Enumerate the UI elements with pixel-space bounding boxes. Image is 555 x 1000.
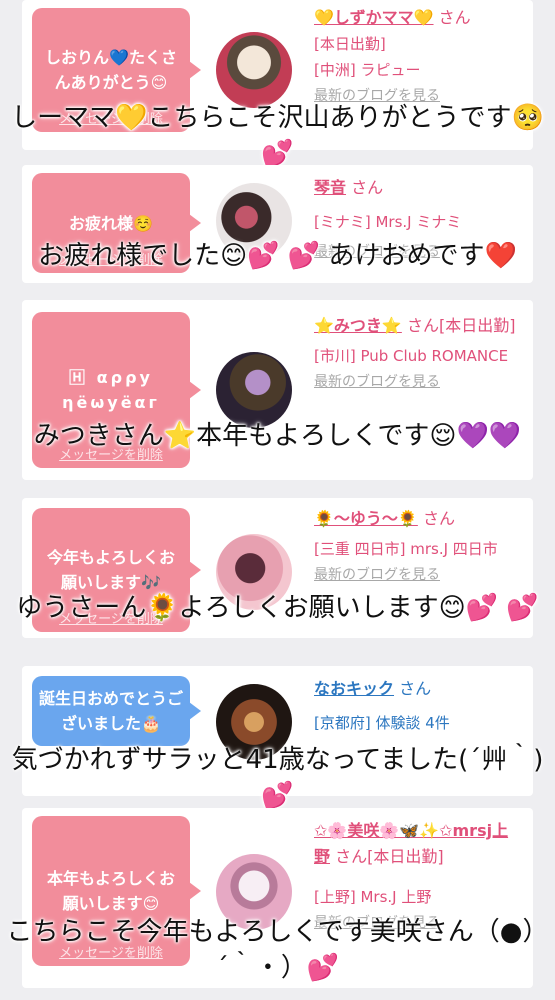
sender-status: [本日出勤] — [314, 35, 386, 53]
message-text: 🄷 αρρу ηёωуёαг — [62, 368, 160, 412]
message-text: 今年もよろしくお願いします🎶 — [46, 548, 175, 592]
sender-name-link[interactable]: 琴音 — [314, 178, 346, 197]
sender-shop: [ミナミ] Mrs.J ミナミ — [314, 213, 462, 231]
reply-text: みつきさん⭐本年もよろしくです😌💜💜 — [33, 421, 522, 451]
sender-name-link[interactable]: 💛しずかママ💛 — [314, 8, 434, 27]
sender-suffix: さん — [422, 509, 455, 528]
sender-shop: [市川] Pub Club ROMANCE — [314, 347, 509, 365]
message-text: 誕生日おめでとうございました🎂 — [38, 689, 183, 733]
sender-name-link[interactable]: ⭐みつき⭐ — [314, 316, 402, 335]
sender-suffix: さん — [351, 178, 384, 197]
latest-blog-link[interactable]: 最新のブログを見る — [314, 562, 519, 588]
reply-text: しーママ💛こちらこそ沢山ありがとうです🥺💕 — [11, 103, 544, 169]
message-bubble: 誕生日おめでとうございました🎂 — [32, 676, 201, 746]
sender-name-link[interactable]: 🌻〜ゆう〜🌻 — [314, 509, 418, 528]
sender-shop: [上野] Mrs.J 上野 — [314, 888, 432, 906]
avatar[interactable] — [216, 32, 292, 108]
reply-text: ゆうさーん🌻よろしくお願いします😊💕 💕 — [16, 593, 539, 623]
latest-blog-link[interactable]: 最新のブログを見る — [314, 369, 519, 395]
reply-text: お疲れ様でした😊💕 💕 あけおめです❤️ — [38, 241, 517, 271]
sender-suffix: さん[本日出勤] — [406, 316, 516, 335]
avatar[interactable] — [216, 352, 292, 428]
message-text: お疲れ様☺️ — [69, 213, 153, 233]
sender-suffix: さん[本日出勤] — [335, 847, 444, 866]
message-text: しおりん💙たくさんありがとう😊 — [45, 48, 177, 92]
message-text: 本年もよろしくお願いします😊 — [46, 869, 175, 913]
reply-text: こちらこそ今年もよろしくです美咲さん（●）´｀・）💕 — [6, 917, 549, 983]
sender-suffix: さん — [399, 679, 432, 698]
sender-shop: [三重 四日市] mrs.J 四日市 — [314, 540, 498, 558]
sender-suffix: さん — [438, 8, 471, 27]
reply-text: 気づかれずサラッと41歳なってました(´艸｀)💕 — [11, 745, 544, 811]
sender-shop: [中洲] ラピュー — [314, 61, 421, 79]
sender-name-link[interactable]: なおキック — [314, 679, 394, 698]
sender-shop: [京都府] 体験談 4件 — [314, 714, 450, 732]
